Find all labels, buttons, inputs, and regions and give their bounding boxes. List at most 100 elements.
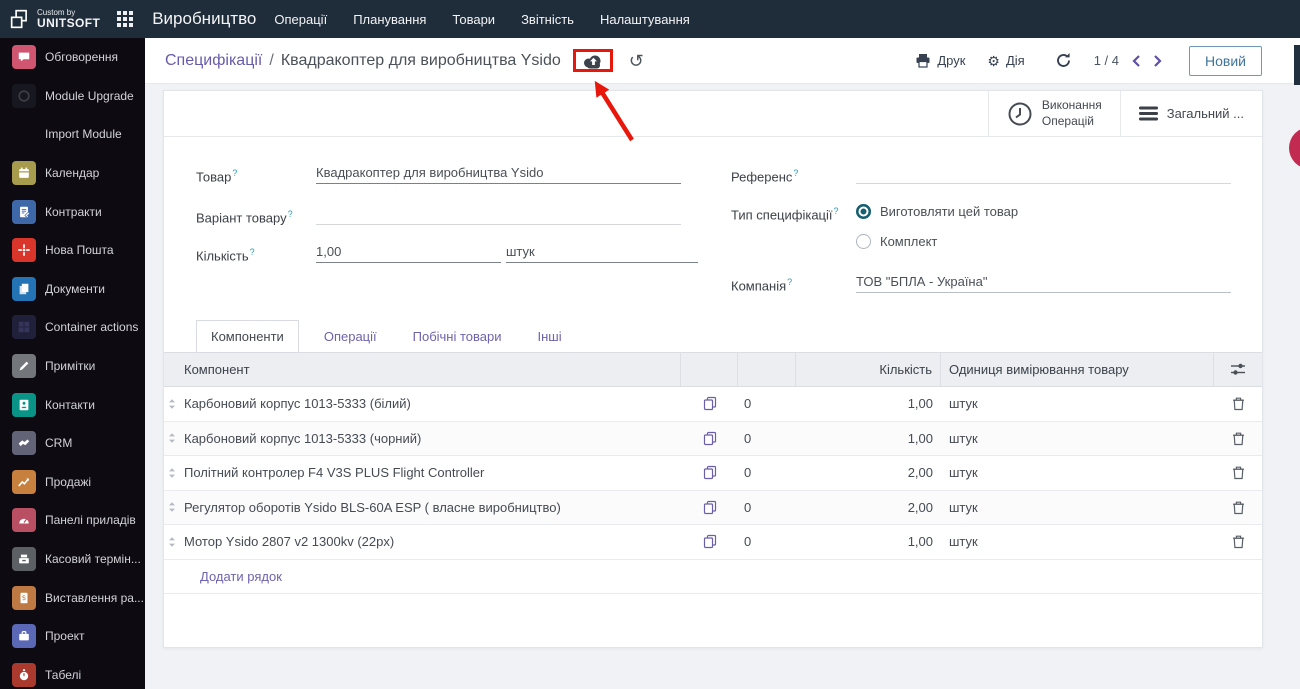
copy-icon[interactable] <box>681 465 738 480</box>
sidebar-item-project[interactable]: Проект <box>0 617 145 656</box>
table-row[interactable]: Мотор Ysido 2807 v2 1300kv (22px) 0 1,00… <box>164 525 1262 560</box>
copy-icon[interactable] <box>681 500 738 515</box>
sidebar-item-container-actions[interactable]: Container actions <box>0 308 145 347</box>
calendar-icon <box>12 161 36 185</box>
header-component[interactable]: Компонент <box>180 353 681 386</box>
row-quantity[interactable]: 2,00 <box>796 465 941 480</box>
row-quantity[interactable]: 2,00 <box>796 500 941 515</box>
copy-icon[interactable] <box>681 431 738 446</box>
menu-settings[interactable]: Налаштування <box>600 12 690 27</box>
drag-handle-icon[interactable] <box>164 397 180 411</box>
delete-row-icon[interactable] <box>1214 431 1262 446</box>
sidebar-item-crm[interactable]: CRM <box>0 424 145 463</box>
tab-operations[interactable]: Операції <box>311 321 390 352</box>
sidebar-item-nova-poshta[interactable]: Нова Пошта <box>0 231 145 270</box>
table-row[interactable]: Регулятор оборотів Ysido BLS-60A ESP ( в… <box>164 491 1262 526</box>
refresh-icon <box>1055 52 1072 69</box>
refresh-button[interactable] <box>1055 52 1072 69</box>
quantity-uom-field[interactable]: штук <box>506 244 698 263</box>
briefcase-icon <box>12 624 36 648</box>
product-label: Товар? <box>196 168 237 184</box>
product-variant-field[interactable] <box>316 206 681 225</box>
row-uom[interactable]: штук <box>941 431 1214 446</box>
copy-icon[interactable] <box>681 396 738 411</box>
drag-handle-icon[interactable] <box>164 500 180 514</box>
sidebar-item-dashboards[interactable]: Панелі приладів <box>0 501 145 540</box>
top-navbar: Custom by UNITSOFT Виробництво Операції … <box>0 0 1300 38</box>
tab-other[interactable]: Інші <box>525 321 575 352</box>
apps-grid-icon[interactable] <box>116 10 134 28</box>
delete-row-icon[interactable] <box>1214 500 1262 515</box>
contract-document-icon <box>12 200 36 224</box>
row-uom[interactable]: штук <box>941 500 1214 515</box>
sidebar-item-documents[interactable]: Документи <box>0 270 145 309</box>
add-row-link[interactable]: Додати рядок <box>164 560 1262 594</box>
tab-byproducts[interactable]: Побічні товари <box>400 321 515 352</box>
gear-icon: ⚙ <box>987 54 1000 68</box>
new-record-button[interactable]: Новий <box>1189 46 1262 76</box>
unitsoft-logo: Custom by UNITSOFT <box>0 8 110 31</box>
product-field[interactable]: Квадракоптер для виробництва Ysido <box>316 165 681 184</box>
pager-next-icon[interactable] <box>1153 54 1163 68</box>
radio-selected-icon[interactable] <box>856 204 871 219</box>
copy-icon[interactable] <box>681 534 738 549</box>
bom-type-option-kit[interactable]: Комплект <box>856 234 937 249</box>
overall-stat-button[interactable]: Загальний ... <box>1120 91 1262 136</box>
row-uom[interactable]: штук <box>941 534 1214 549</box>
optional-columns-icon[interactable] <box>1214 353 1262 386</box>
print-button[interactable]: Друк <box>915 53 965 68</box>
printer-icon <box>915 53 931 68</box>
operations-performance-button[interactable]: Виконання Операцій <box>988 91 1120 136</box>
table-row[interactable]: Політний контролер F4 V3S PLUS Flight Co… <box>164 456 1262 491</box>
current-app-menu[interactable]: Виробництво <box>152 9 256 29</box>
row-uom[interactable]: штук <box>941 396 1214 411</box>
row-uom[interactable]: штук <box>941 465 1214 480</box>
sidebar-item-discuss[interactable]: Обговорення <box>0 38 145 77</box>
drag-handle-icon[interactable] <box>164 431 180 445</box>
chat-bubble-icon <box>12 45 36 69</box>
bom-type-option-manufacture[interactable]: Виготовляти цей товар <box>856 204 1018 219</box>
operation-count: 0 <box>738 396 796 411</box>
menu-products[interactable]: Товари <box>452 12 495 27</box>
reference-field[interactable] <box>856 165 1231 184</box>
breadcrumb-parent-link[interactable]: Специфікації <box>165 52 262 70</box>
sidebar-item-timesheets[interactable]: Табелі <box>0 656 145 689</box>
drag-handle-icon[interactable] <box>164 466 180 480</box>
row-quantity[interactable]: 1,00 <box>796 534 941 549</box>
delete-row-icon[interactable] <box>1214 396 1262 411</box>
table-row[interactable]: Карбоновий корпус 1013-5333 (чорний) 0 1… <box>164 422 1262 457</box>
sidebar-item-notes[interactable]: Примітки <box>0 347 145 386</box>
app-sidebar: Обговорення Module Upgrade Import Module… <box>0 38 145 689</box>
sidebar-item-calendar[interactable]: Календар <box>0 154 145 193</box>
stopwatch-icon <box>12 663 36 687</box>
menu-operations[interactable]: Операції <box>274 12 327 27</box>
quantity-field[interactable]: 1,00 <box>316 244 501 263</box>
sidebar-item-pos[interactable]: Касовий термін... <box>0 540 145 579</box>
header-quantity[interactable]: Кількість <box>796 353 941 386</box>
sidebar-item-sales[interactable]: Продажі <box>0 463 145 502</box>
breadcrumb-current: Квадракоптер для виробництва Ysido <box>281 52 561 70</box>
delete-row-icon[interactable] <box>1214 465 1262 480</box>
table-row[interactable]: Карбоновий корпус 1013-5333 (білий) 0 1,… <box>164 387 1262 422</box>
sidebar-item-contracts[interactable]: Контракти <box>0 192 145 231</box>
row-quantity[interactable]: 1,00 <box>796 431 941 446</box>
save-cloud-icon[interactable] <box>582 54 604 69</box>
radio-unselected-icon[interactable] <box>856 234 871 249</box>
company-field[interactable]: ТОВ "БПЛА - Україна" <box>856 274 1231 293</box>
sidebar-item-invoicing[interactable]: $ Виставлення ра... <box>0 578 145 617</box>
menu-planning[interactable]: Планування <box>353 12 426 27</box>
menu-reporting[interactable]: Звітність <box>521 12 574 27</box>
sidebar-item-contacts[interactable]: Контакти <box>0 385 145 424</box>
sidebar-item-module-upgrade[interactable]: Module Upgrade <box>0 77 145 116</box>
annotation-highlight-box <box>573 49 613 72</box>
row-quantity[interactable]: 1,00 <box>796 396 941 411</box>
drag-handle-icon[interactable] <box>164 535 180 549</box>
pager-previous-icon[interactable] <box>1131 54 1141 68</box>
header-uom[interactable]: Одиниця вимірювання товару <box>941 353 1214 386</box>
action-menu-button[interactable]: ⚙ Дія <box>987 53 1024 68</box>
pager-count: 1 / 4 <box>1094 53 1119 68</box>
delete-row-icon[interactable] <box>1214 534 1262 549</box>
discard-undo-icon[interactable]: ↺ <box>629 52 644 70</box>
sidebar-item-import-module[interactable]: Import Module <box>0 115 145 154</box>
tab-components[interactable]: Компоненти <box>196 320 299 353</box>
